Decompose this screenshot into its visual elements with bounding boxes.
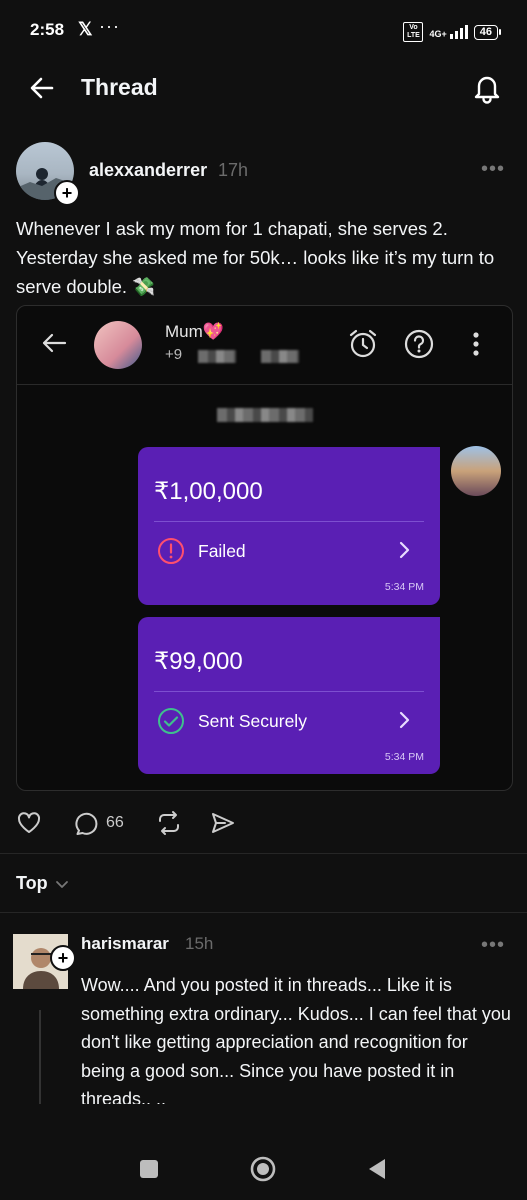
embedded-phone-prefix: +9 — [165, 346, 183, 363]
repost-icon — [159, 811, 179, 835]
chevron-right-icon — [398, 710, 412, 730]
transaction-amount: ₹1,00,000 — [154, 478, 263, 505]
comment-count: 66 — [106, 814, 124, 831]
notifications-button[interactable] — [469, 70, 505, 106]
recent-apps-button[interactable] — [140, 1160, 158, 1178]
thread-line — [39, 1010, 41, 1104]
follow-plus-button[interactable]: + — [50, 945, 76, 971]
redacted-date — [217, 408, 313, 422]
embedded-kebab-icon — [471, 330, 481, 358]
heart-icon — [17, 812, 41, 833]
page-title: Thread — [81, 74, 158, 100]
embedded-chat-header: Mum💖 +9 — [17, 306, 512, 385]
embedded-alarm-icon — [347, 328, 379, 360]
redacted-phone — [198, 350, 236, 363]
embedded-help-icon — [403, 328, 435, 360]
author-username[interactable]: alexxanderrer — [89, 160, 207, 181]
signal-icon: 4G+ — [429, 25, 468, 39]
transaction-time: 5:34 PM — [384, 581, 424, 593]
sort-filter-label: Top — [16, 873, 48, 893]
network-type: 4G+ — [429, 29, 447, 39]
check-circle-icon — [156, 706, 186, 736]
follow-plus-button[interactable]: + — [54, 180, 80, 206]
share-icon — [212, 813, 234, 833]
bell-icon — [474, 76, 500, 104]
home-button[interactable] — [249, 1155, 277, 1183]
embedded-user-avatar — [451, 446, 501, 496]
more-notifications-icon: ··· — [99, 16, 120, 36]
home-circle-icon — [250, 1156, 276, 1182]
post-time: 17h — [218, 160, 249, 180]
divider — [0, 853, 527, 854]
chevron-down-icon — [55, 880, 68, 888]
back-button[interactable] — [24, 70, 60, 106]
reply-time: 15h — [185, 934, 214, 953]
embedded-back-icon — [39, 328, 69, 358]
repost-button[interactable] — [156, 810, 192, 836]
reply-more-button[interactable]: ••• — [481, 934, 505, 957]
comment-button[interactable]: 66 — [74, 810, 138, 836]
like-button[interactable] — [16, 810, 56, 836]
reply-username[interactable]: harismarar — [81, 934, 169, 954]
post-image[interactable]: Mum💖 +9 ₹1,00,000 Failed 5:34 PM ₹99,000 — [16, 305, 513, 791]
embedded-contact-phone: +9 — [165, 346, 182, 363]
battery-icon: 46 — [473, 24, 501, 40]
comment-icon — [75, 812, 98, 835]
status-icons: Vo LTE 4G+ 46 — [403, 22, 501, 42]
transaction-status: Failed — [198, 541, 246, 561]
status-time: 2:58 — [30, 20, 65, 39]
share-button[interactable] — [210, 810, 236, 836]
transaction-status: Sent Securely — [198, 711, 307, 731]
system-back-button[interactable] — [366, 1157, 388, 1181]
embedded-contact-avatar — [94, 321, 142, 369]
bubble-divider — [154, 521, 424, 522]
redacted-phone-2 — [261, 350, 299, 363]
reply-text: Wow.... And you posted it in threads... … — [81, 975, 511, 1104]
embedded-contact-name: Mum💖 — [165, 322, 224, 341]
arrow-left-icon — [30, 77, 54, 99]
failed-alert-icon — [156, 536, 186, 566]
transaction-amount: ₹99,000 — [154, 648, 243, 675]
transaction-bubble: ₹1,00,000 Failed 5:34 PM — [138, 447, 440, 605]
battery-level: 46 — [473, 24, 498, 40]
post-more-button[interactable]: ••• — [481, 158, 505, 181]
x-logo-icon: 𝕏 — [78, 19, 93, 39]
transaction-time: 5:34 PM — [384, 751, 424, 763]
divider — [0, 912, 527, 913]
post-text: Whenever I ask my mom for 1 chapati, she… — [16, 218, 495, 297]
bubble-divider — [154, 691, 424, 692]
transaction-bubble: ₹99,000 Sent Securely 5:34 PM — [138, 617, 440, 774]
volte-icon: Vo LTE — [403, 22, 424, 42]
post-actions: 66 — [16, 808, 236, 838]
triangle-back-icon — [369, 1159, 385, 1179]
chevron-right-icon — [398, 540, 412, 560]
sort-filter-dropdown[interactable]: Top — [16, 873, 70, 894]
